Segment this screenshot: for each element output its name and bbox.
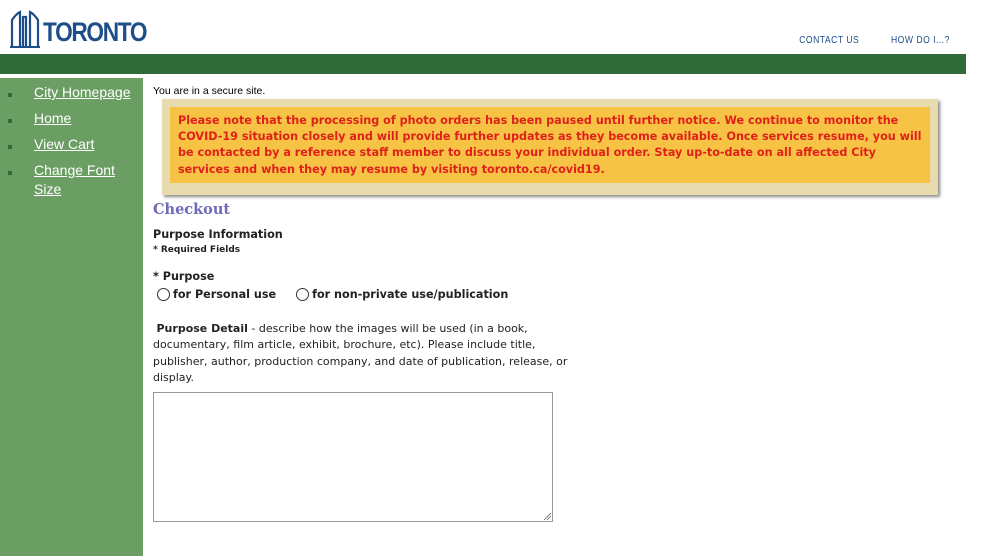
view-cart-link[interactable]: View Cart (34, 135, 143, 154)
sidebar: City Homepage Home View Cart Change Font… (0, 78, 143, 556)
required-fields-note: * Required Fields (153, 245, 241, 255)
page-header: TORONTO CONTACT US HOW DO I...? (0, 0, 966, 54)
purpose-radio-group: for Personal use for non-private use/pub… (157, 288, 528, 301)
section-title: Purpose Information (153, 228, 283, 241)
notice-panel: Please note that the processing of photo… (170, 107, 930, 183)
toronto-logo[interactable]: TORONTO (10, 8, 166, 48)
sidebar-item-change-font-size: Change Font Size (0, 161, 143, 199)
radio-non-private-use[interactable]: for non-private use/publication (296, 288, 508, 301)
bullet-icon (8, 119, 12, 123)
main-content: You are in a secure site. Please note th… (153, 85, 953, 522)
bullet-icon (8, 93, 12, 97)
green-banner (0, 54, 966, 74)
purpose-detail-textarea[interactable] (153, 392, 553, 522)
top-links: CONTACT US HOW DO I...? (786, 34, 950, 46)
purpose-label: * Purpose (153, 270, 215, 283)
purpose-detail-label: Purpose Detail (156, 322, 248, 335)
radio-personal-use[interactable]: for Personal use (157, 288, 276, 301)
how-do-i-link[interactable]: HOW DO I...? (891, 34, 950, 46)
page-title: Checkout (153, 201, 231, 218)
radio-personal-label: for Personal use (173, 288, 277, 301)
sidebar-item-view-cart: View Cart (0, 135, 143, 154)
city-homepage-link[interactable]: City Homepage (34, 83, 143, 102)
radio-circle-icon[interactable] (157, 288, 170, 301)
resize-grip-icon[interactable] (543, 512, 551, 520)
secure-site-text: You are in a secure site. (153, 85, 266, 97)
home-link[interactable]: Home (34, 109, 143, 128)
contact-us-link[interactable]: CONTACT US (799, 34, 859, 46)
radio-circle-icon[interactable] (296, 288, 310, 301)
sidebar-item-city-homepage: City Homepage (0, 83, 143, 102)
purpose-detail-instructions: Purpose Detail - describe how the images… (153, 321, 573, 386)
radio-non-private-label: for non-private use/publication (312, 288, 509, 301)
change-font-size-link[interactable]: Change Font Size (34, 161, 143, 199)
logo-wordmark: TORONTO (43, 17, 148, 47)
bullet-icon (8, 171, 12, 175)
bullet-icon (8, 145, 12, 149)
notice-box: Please note that the processing of photo… (162, 99, 938, 195)
notice-text: Please note that the processing of photo… (178, 114, 922, 176)
city-hall-icon (10, 10, 40, 48)
sidebar-item-home: Home (0, 109, 143, 128)
